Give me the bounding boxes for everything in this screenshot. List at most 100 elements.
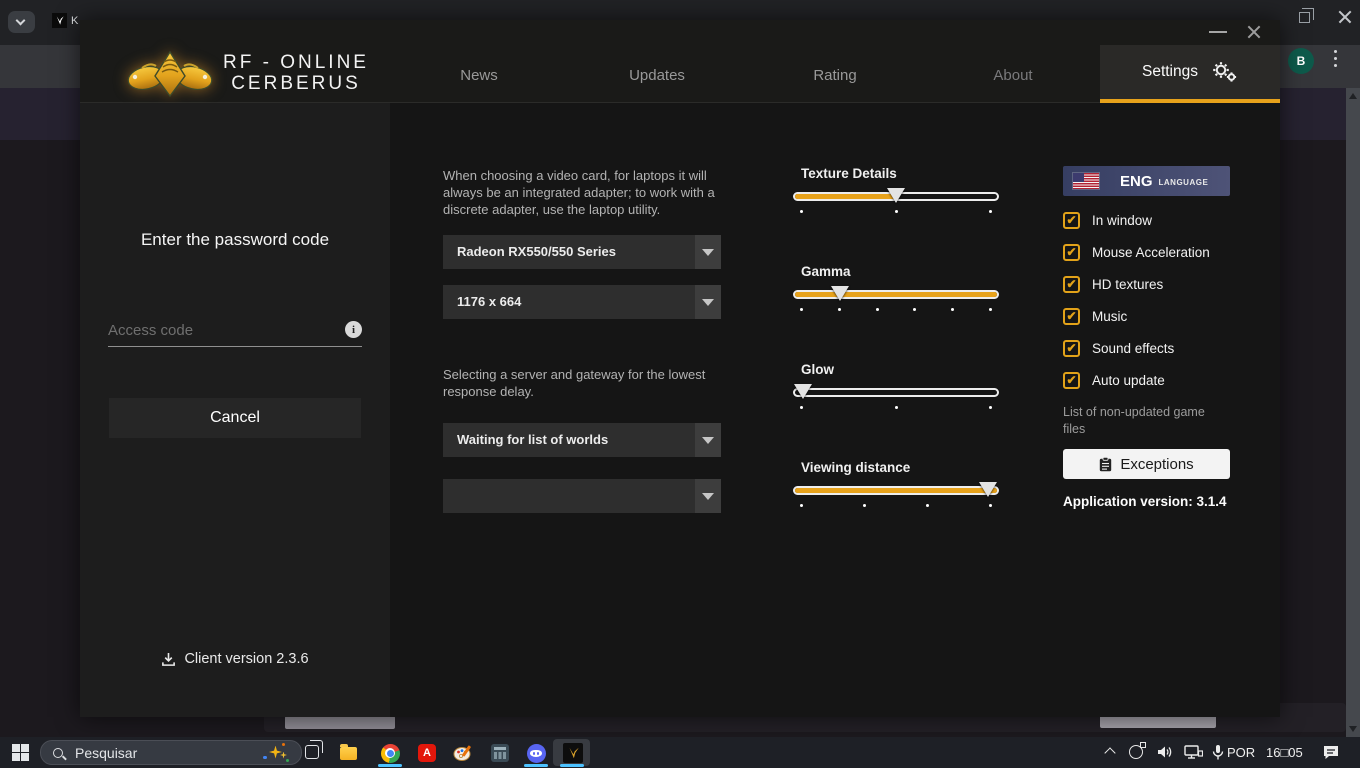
launcher-minimize-button[interactable] — [1209, 31, 1227, 33]
slider-track[interactable] — [793, 290, 999, 299]
application-version: Application version: 3.1.4 — [1063, 494, 1227, 509]
tab-favicon-icon — [54, 15, 65, 26]
tray-clock[interactable]: 16□05 — [1266, 745, 1303, 760]
notifications-icon[interactable] — [1322, 744, 1340, 766]
dropdown-arrow-icon[interactable] — [695, 423, 721, 457]
browser-tab-label: K — [71, 15, 78, 27]
checkbox-checked-icon[interactable]: ✔ — [1063, 212, 1080, 229]
dropdown-arrow-icon[interactable] — [695, 479, 721, 513]
slider-tick — [800, 210, 803, 213]
gpu-dropdown-value: Radeon RX550/550 Series — [457, 235, 616, 269]
tab-about[interactable]: About — [953, 67, 1073, 84]
browser-tab[interactable] — [52, 13, 67, 28]
slider-ticks — [793, 308, 999, 312]
slider-thumb[interactable] — [979, 482, 997, 497]
checkbox-checked-icon[interactable]: ✔ — [1063, 276, 1080, 293]
chevron-down-icon — [16, 16, 26, 26]
info-icon[interactable]: i — [345, 321, 362, 338]
world-dropdown[interactable]: Waiting for list of worlds — [443, 423, 721, 457]
acrobat-icon[interactable]: A — [415, 741, 439, 765]
network-icon[interactable] — [1184, 744, 1203, 765]
access-code-input[interactable] — [108, 317, 333, 343]
browser-close-button[interactable] — [1338, 10, 1352, 24]
slider-tick — [838, 308, 841, 311]
checkbox-row-sound-effects[interactable]: ✔ Sound effects — [1063, 338, 1174, 358]
paint-icon[interactable] — [451, 741, 475, 765]
checkbox-checked-icon[interactable]: ✔ — [1063, 340, 1080, 357]
start-button[interactable] — [12, 744, 29, 761]
slider-tick — [951, 308, 954, 311]
slider-track[interactable] — [793, 486, 999, 495]
tray-language[interactable]: POR — [1227, 745, 1255, 760]
slider-thumb[interactable] — [887, 188, 905, 203]
language-button[interactable]: ENG LANGUAGE — [1063, 166, 1230, 196]
tab-search-chevron-button[interactable] — [8, 11, 35, 33]
slider-tick — [989, 504, 992, 507]
checkbox-checked-icon[interactable]: ✔ — [1063, 372, 1080, 389]
access-code-row: i — [108, 313, 362, 347]
slider-thumb[interactable] — [794, 384, 812, 399]
checkbox-label: HD textures — [1092, 277, 1163, 292]
checkbox-label: In window — [1092, 213, 1152, 228]
checkbox-label: Auto update — [1092, 373, 1165, 388]
browser-scrollbar[interactable] — [1346, 88, 1360, 737]
checkbox-label: Sound effects — [1092, 341, 1174, 356]
tab-updates[interactable]: Updates — [597, 67, 717, 84]
tab-settings[interactable]: Settings — [1100, 45, 1280, 103]
slider-thumb[interactable] — [831, 286, 849, 301]
checkbox-row-mouse-acceleration[interactable]: ✔ Mouse Acceleration — [1063, 242, 1210, 262]
dropdown-arrow-icon[interactable] — [695, 235, 721, 269]
exceptions-button[interactable]: Exceptions — [1063, 449, 1230, 479]
client-version-label: Client version 2.3.6 — [184, 651, 308, 667]
chrome-icon[interactable] — [378, 741, 402, 765]
search-input[interactable] — [75, 745, 263, 761]
launcher-header: RF - ONLINE CERBERUS News Updates Rating… — [80, 20, 1280, 103]
tray-overflow-chevron[interactable] — [1104, 747, 1115, 758]
scroll-down-icon[interactable] — [1349, 726, 1357, 732]
microphone-icon[interactable] — [1212, 744, 1224, 766]
tray-circle-icon[interactable] — [1129, 745, 1143, 759]
volume-icon[interactable] — [1156, 744, 1174, 765]
slider-tick — [800, 308, 803, 311]
calculator-icon[interactable] — [488, 741, 512, 765]
checkbox-label: Mouse Acceleration — [1092, 245, 1210, 260]
checkbox-row-hd-textures[interactable]: ✔ HD textures — [1063, 274, 1163, 294]
checkbox-row-auto-update[interactable]: ✔ Auto update — [1063, 370, 1165, 390]
checkbox-row-music[interactable]: ✔ Music — [1063, 306, 1127, 326]
cancel-button[interactable]: Cancel — [109, 398, 361, 438]
taskbar: A POR 16□05 — [0, 737, 1360, 768]
tab-rating[interactable]: Rating — [775, 67, 895, 84]
discord-icon[interactable] — [524, 741, 548, 765]
browser-restore-button[interactable] — [1299, 12, 1310, 23]
slider-label: Gamma — [801, 264, 851, 279]
file-explorer-icon[interactable] — [336, 741, 360, 765]
open-app-indicator — [560, 764, 584, 767]
slider-tick — [895, 406, 898, 409]
rf-launcher-icon[interactable] — [561, 741, 585, 765]
tab-news[interactable]: News — [419, 67, 539, 84]
checkbox-row-in-window[interactable]: ✔ In window — [1063, 210, 1152, 230]
gpu-dropdown[interactable]: Radeon RX550/550 Series — [443, 235, 721, 269]
browser-menu-button[interactable] — [1334, 50, 1338, 72]
desktop: K ← → B — [0, 0, 1360, 768]
gateway-dropdown[interactable] — [443, 479, 721, 513]
dropdown-arrow-icon[interactable] — [695, 285, 721, 319]
taskbar-search[interactable] — [40, 740, 302, 765]
slider-ticks — [793, 504, 999, 508]
scroll-up-icon[interactable] — [1349, 93, 1357, 99]
browser-profile-avatar[interactable]: B — [1288, 48, 1314, 74]
search-icon — [53, 748, 63, 758]
slider-tick — [913, 308, 916, 311]
launcher-close-button[interactable] — [1246, 24, 1262, 40]
slider-track[interactable] — [793, 192, 999, 201]
slider-track[interactable] — [793, 388, 999, 397]
resolution-dropdown[interactable]: 1176 x 664 — [443, 285, 721, 319]
launcher-title: RF - ONLINE CERBERUS — [210, 52, 382, 94]
task-view-button[interactable] — [305, 745, 319, 759]
files-description: List of non-updated game files — [1063, 404, 1218, 438]
checkbox-checked-icon[interactable]: ✔ — [1063, 244, 1080, 261]
slider-ticks — [793, 406, 999, 410]
page-button-left[interactable] — [285, 716, 395, 729]
slider-tick — [989, 210, 992, 213]
checkbox-checked-icon[interactable]: ✔ — [1063, 308, 1080, 325]
